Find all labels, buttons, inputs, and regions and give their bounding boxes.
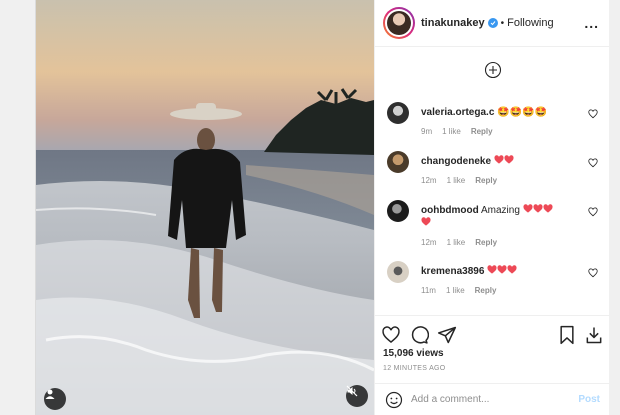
speaker-muted-icon [346, 385, 358, 397]
red-heart-icon [543, 204, 553, 213]
comment-likes[interactable]: 1 like [447, 238, 466, 247]
action-bar [375, 316, 610, 350]
comment-likes[interactable]: 1 like [442, 127, 461, 136]
reply-button[interactable]: Reply [475, 286, 497, 295]
post-comment-button[interactable]: Post [578, 394, 600, 405]
comment-time[interactable]: 11m [421, 286, 436, 295]
comment-like-heart-icon[interactable] [588, 158, 598, 168]
author-avatar-image [387, 11, 411, 35]
red-heart-icon [494, 155, 504, 164]
comment-body: Amazing [481, 205, 520, 216]
comment-time[interactable]: 9m [421, 127, 432, 136]
paper-plane-icon[interactable] [437, 325, 457, 345]
comment-item: changodeneke 12m 1 like Reply [375, 151, 610, 200]
plus-circle-icon [484, 61, 501, 79]
author-avatar[interactable] [383, 7, 415, 39]
load-more-comments-button[interactable] [375, 48, 610, 92]
download-icon[interactable] [584, 325, 604, 345]
heart-icon[interactable] [381, 325, 401, 345]
comment-meta: 9m 1 like Reply [421, 127, 580, 136]
comments-list: valeria.ortega.c 🤩🤩🤩🤩 9m 1 like Reply ch… [375, 48, 610, 315]
comment-time[interactable]: 12m [421, 238, 437, 247]
reply-button[interactable]: Reply [475, 176, 497, 185]
commenter-avatar[interactable] [387, 200, 409, 222]
comment-text: oohbdmood Amazing [421, 200, 580, 230]
comment-time[interactable]: 12m [421, 176, 437, 185]
red-heart-icon [421, 217, 431, 226]
reply-button[interactable]: Reply [475, 238, 497, 247]
comment-meta: 12m 1 like Reply [421, 176, 580, 185]
commenter-avatar[interactable] [387, 261, 409, 283]
comment-emojis: 🤩🤩🤩🤩 [497, 107, 547, 118]
comment-text: kremena3896 [421, 261, 580, 278]
post-sidebar: tinakunakey • Following ... valeria.orte… [374, 0, 610, 415]
following-button[interactable]: Following [507, 17, 553, 29]
commenter-username[interactable]: kremena3896 [421, 266, 484, 277]
comment-like-heart-icon[interactable] [588, 207, 598, 217]
person-icon [45, 389, 55, 399]
comment-meta: 12m 1 like Reply [421, 238, 580, 247]
header-separator: • [500, 17, 505, 29]
commenter-username[interactable]: changodeneke [421, 156, 491, 167]
red-heart-icon [507, 265, 517, 274]
view-count[interactable]: 15,096 views [375, 348, 610, 359]
verified-badge-icon [487, 18, 498, 28]
commenter-username[interactable]: oohbdmood [421, 205, 479, 216]
comment-like-heart-icon[interactable] [588, 268, 598, 278]
commenter-username[interactable]: valeria.ortega.c [421, 107, 494, 118]
comment-text: valeria.ortega.c 🤩🤩🤩🤩 [421, 102, 580, 119]
commenter-avatar[interactable] [387, 102, 409, 124]
bookmark-icon[interactable] [558, 325, 576, 345]
commenter-avatar[interactable] [387, 151, 409, 173]
post-video[interactable] [36, 0, 374, 415]
red-heart-icon [497, 265, 507, 274]
more-options-button[interactable]: ... [584, 15, 599, 31]
comment-composer: Post [375, 383, 610, 415]
comment-item: oohbdmood Amazing 12m 1 like Reply [375, 200, 610, 261]
comment-input[interactable] [411, 394, 579, 405]
red-heart-icon [487, 265, 497, 274]
comment-like-heart-icon[interactable] [588, 109, 598, 119]
smiley-icon[interactable] [385, 391, 403, 409]
post-header: tinakunakey • Following ... [375, 0, 609, 47]
author-avatar-border [385, 9, 413, 37]
comment-likes[interactable]: 1 like [446, 286, 465, 295]
comment-meta: 11m 1 like Reply [421, 286, 580, 295]
heart-emojis [487, 265, 517, 277]
author-username[interactable]: tinakunakey [421, 17, 485, 29]
comment-likes[interactable]: 1 like [447, 176, 466, 185]
red-heart-icon [533, 204, 543, 213]
mute-button[interactable] [346, 385, 368, 407]
red-heart-icon [504, 155, 514, 164]
comment-text: changodeneke [421, 151, 580, 168]
tag-user-button[interactable] [44, 388, 66, 410]
comment-item: valeria.ortega.c 🤩🤩🤩🤩 9m 1 like Reply [375, 102, 610, 151]
page-background: tinakunakey • Following ... valeria.orte… [0, 0, 620, 415]
post-dialog: tinakunakey • Following ... valeria.orte… [35, 0, 610, 415]
reply-button[interactable]: Reply [471, 127, 493, 136]
red-heart-icon [523, 204, 533, 213]
beach-video-frame [36, 0, 374, 415]
comment-icon[interactable] [409, 325, 429, 345]
post-timestamp[interactable]: 12 MINUTES AGO [375, 365, 610, 372]
heart-emojis [494, 155, 514, 167]
comment-item: kremena3896 11m 1 like Reply [375, 261, 610, 310]
